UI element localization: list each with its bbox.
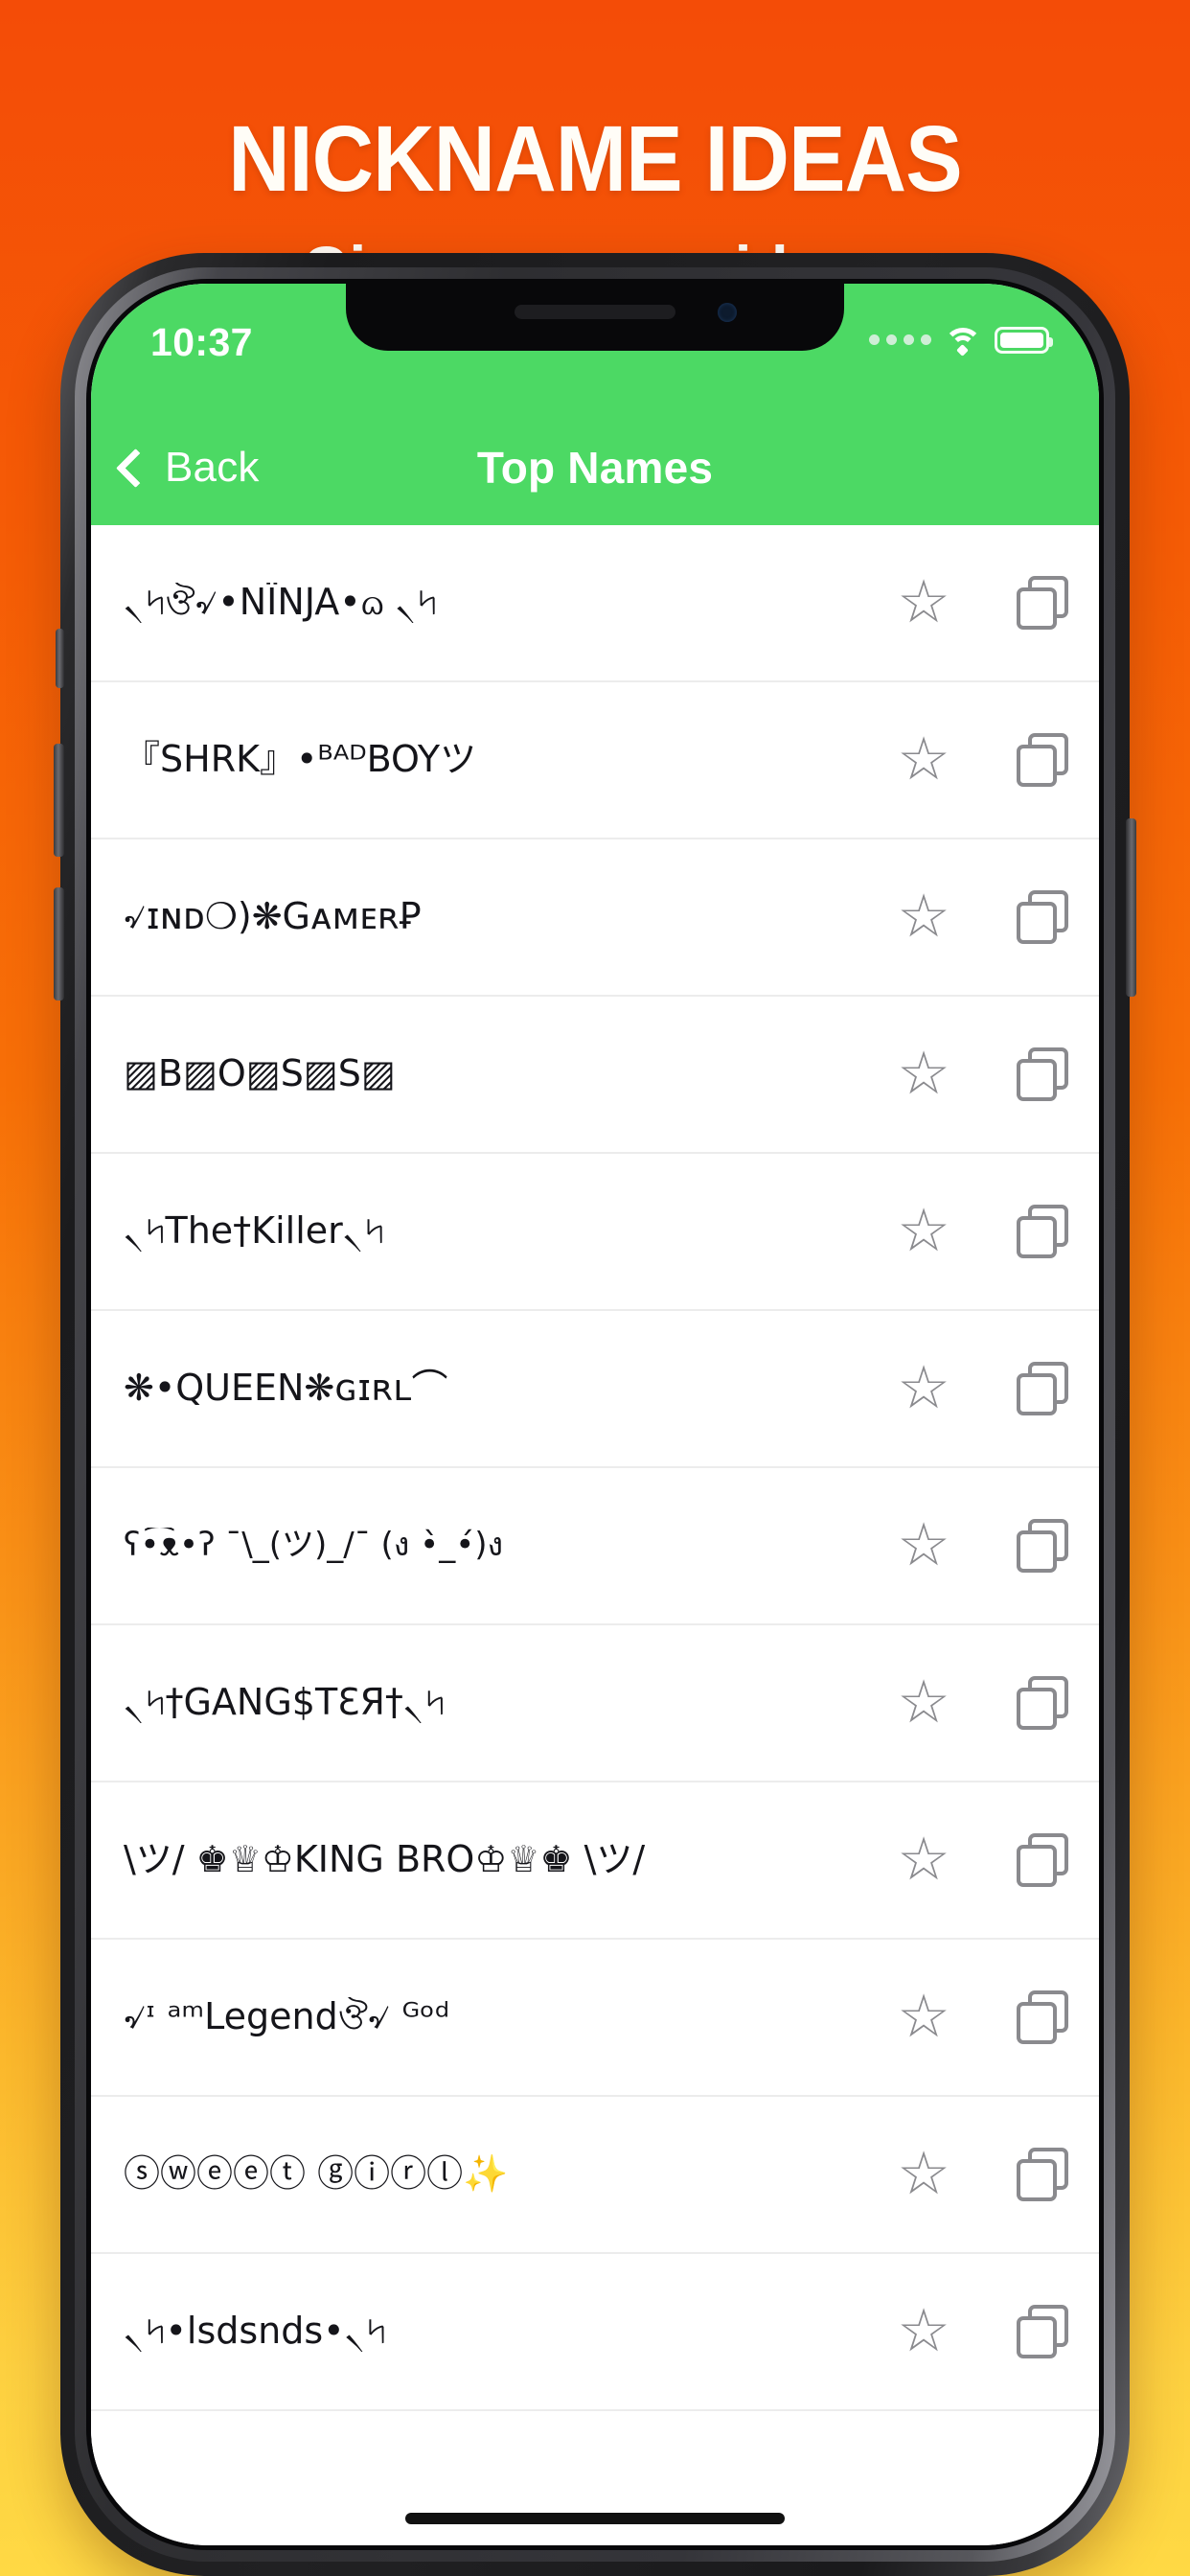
copy-button[interactable] (986, 1154, 1099, 1309)
copy-button[interactable] (986, 2254, 1099, 2409)
copy-icon (1017, 733, 1068, 787)
table-row[interactable]: ⓢⓦⓔⓔⓣ ⓖⓘⓡⓛ✨ ☆ (91, 2097, 1099, 2254)
earpiece-speaker (515, 305, 675, 319)
page-title: NICKNAME IDEAS (228, 106, 962, 211)
navigation-bar: Top Names Back (91, 410, 1099, 525)
copy-button[interactable] (986, 840, 1099, 995)
copy-icon (1017, 2305, 1068, 2358)
favorite-button[interactable]: ☆ (867, 1782, 980, 1938)
nickname-text: \ツ/ ♚♕♔KING BRO♔♕♚ \ツ/ (124, 1840, 646, 1880)
copy-button[interactable] (986, 1311, 1099, 1466)
battery-full-icon (995, 326, 1053, 354)
star-outline-icon: ☆ (897, 1512, 950, 1578)
copy-button[interactable] (986, 682, 1099, 838)
wifi-icon (944, 326, 982, 356)
copy-icon (1017, 2148, 1068, 2201)
favorite-button[interactable]: ☆ (867, 1154, 980, 1309)
nickname-text: ৲৸The†Killer৲৸ (124, 1211, 385, 1252)
nickname-text: ৲৸•lsdsnds•৲৸ (124, 2312, 387, 2352)
power-button[interactable] (1126, 818, 1136, 997)
table-row[interactable]: ৵ɪɴᴅ❍)❋GᴀᴍᴇʀꝐ ☆ (91, 840, 1099, 997)
star-outline-icon: ☆ (897, 1827, 950, 1893)
phone-mockup: 10:37 Top Names Back ৲৸ঔ৵•NÏNJA•ᦒ ৲৸ ☆ 『SH… (54, 253, 1136, 2576)
copy-icon (1017, 890, 1068, 944)
copy-icon (1017, 1990, 1068, 2044)
star-outline-icon: ☆ (897, 884, 950, 950)
nickname-text: ৵ᶦ ᵃᵐLegendঔ৵ ᴳᵒᵈ (124, 1997, 450, 2037)
star-outline-icon: ☆ (897, 569, 950, 635)
front-camera-icon (718, 303, 737, 322)
volume-up-button[interactable] (54, 744, 64, 857)
nickname-text: ʕ•͡ᴥ•ʔ ¯\_(ツ)_/¯ (ง •̀_•́)ง (124, 1528, 504, 1564)
table-row[interactable]: ৲৸The†Killer৲৸ ☆ (91, 1154, 1099, 1311)
chevron-left-icon (115, 448, 156, 488)
nickname-text: ⓢⓦⓔⓔⓣ ⓖⓘⓡⓛ✨ (124, 2154, 509, 2195)
table-row[interactable]: \ツ/ ♚♕♔KING BRO♔♕♚ \ツ/ ☆ (91, 1782, 1099, 1940)
phone-notch (346, 284, 844, 351)
favorite-button[interactable]: ☆ (867, 840, 980, 995)
status-bar: 10:37 (91, 284, 1099, 410)
table-row[interactable]: ▨B▨O▨S▨S▨ ☆ (91, 997, 1099, 1154)
copy-icon (1017, 1205, 1068, 1258)
nickname-text: 『SHRK』•ᴮᴬᴰBOYツ (124, 740, 477, 780)
star-outline-icon: ☆ (897, 1669, 950, 1736)
table-row[interactable]: ৵ᶦ ᵃᵐLegendঔ৵ ᴳᵒᵈ ☆ (91, 1940, 1099, 2097)
volume-down-button[interactable] (54, 887, 64, 1000)
copy-button[interactable] (986, 997, 1099, 1152)
favorite-button[interactable]: ☆ (867, 682, 980, 838)
status-bar-time: 10:37 (150, 320, 253, 364)
favorite-button[interactable]: ☆ (867, 1468, 980, 1623)
table-row[interactable]: ৲৸ঔ৵•NÏNJA•ᦒ ৲৸ ☆ (91, 525, 1099, 682)
copy-icon (1017, 1047, 1068, 1101)
favorite-button[interactable]: ☆ (867, 2097, 980, 2252)
names-list[interactable]: ৲৸ঔ৵•NÏNJA•ᦒ ৲৸ ☆ 『SHRK』•ᴮᴬᴰBOYツ ☆ ৵ɪɴᴅ❍)❋Gᴀ… (91, 525, 1099, 2545)
favorite-button[interactable]: ☆ (867, 997, 980, 1152)
copy-button[interactable] (986, 1625, 1099, 1781)
copy-icon (1017, 576, 1068, 630)
mute-switch-button[interactable] (56, 629, 64, 688)
status-bar-indicators (869, 326, 1053, 356)
star-outline-icon: ☆ (897, 1198, 950, 1264)
favorite-button[interactable]: ☆ (867, 2254, 980, 2409)
star-outline-icon: ☆ (897, 2298, 950, 2364)
table-row[interactable]: ৲৸•lsdsnds•৲৸ ☆ (91, 2254, 1099, 2411)
back-button-label: Back (165, 444, 260, 491)
nickname-text: ৲৸ঔ৵•NÏNJA•ᦒ ৲৸ (124, 583, 438, 623)
table-row[interactable]: 『SHRK』•ᴮᴬᴰBOYツ ☆ (91, 682, 1099, 840)
favorite-button[interactable]: ☆ (867, 1311, 980, 1466)
table-row[interactable]: ʕ•͡ᴥ•ʔ ¯\_(ツ)_/¯ (ง •̀_•́)ง ☆ (91, 1468, 1099, 1625)
copy-button[interactable] (986, 1940, 1099, 2095)
nickname-text: ❋•QUEEN❋ɢɪʀʟ⌒ (124, 1368, 448, 1409)
star-outline-icon: ☆ (897, 1041, 950, 1107)
copy-icon (1017, 1833, 1068, 1887)
star-outline-icon: ☆ (897, 726, 950, 793)
back-button[interactable]: Back (115, 410, 269, 525)
nickname-text: ▨B▨O▨S▨S▨ (124, 1054, 396, 1094)
favorite-button[interactable]: ☆ (867, 525, 980, 680)
signal-dots-icon (869, 334, 931, 345)
star-outline-icon: ☆ (897, 1984, 950, 2050)
copy-button[interactable] (986, 1468, 1099, 1623)
table-row[interactable]: ❋•QUEEN❋ɢɪʀʟ⌒ ☆ (91, 1311, 1099, 1468)
phone-screen: 10:37 Top Names Back ৲৸ঔ৵•NÏNJA•ᦒ ৲৸ ☆ 『SH… (91, 284, 1099, 2545)
star-outline-icon: ☆ (897, 2141, 950, 2207)
table-row[interactable]: ৲৸†GANG$TƐЯ†৲৸ ☆ (91, 1625, 1099, 1782)
copy-button[interactable] (986, 2097, 1099, 2252)
nickname-text: ৲৸†GANG$TƐЯ†৲৸ (124, 1683, 446, 1723)
home-indicator[interactable] (405, 2513, 785, 2524)
copy-icon (1017, 1519, 1068, 1573)
copy-button[interactable] (986, 525, 1099, 680)
copy-icon (1017, 1362, 1068, 1415)
copy-button[interactable] (986, 1782, 1099, 1938)
favorite-button[interactable]: ☆ (867, 1940, 980, 2095)
copy-icon (1017, 1676, 1068, 1730)
favorite-button[interactable]: ☆ (867, 1625, 980, 1781)
star-outline-icon: ☆ (897, 1355, 950, 1421)
nickname-text: ৵ɪɴᴅ❍)❋GᴀᴍᴇʀꝐ (124, 897, 422, 937)
